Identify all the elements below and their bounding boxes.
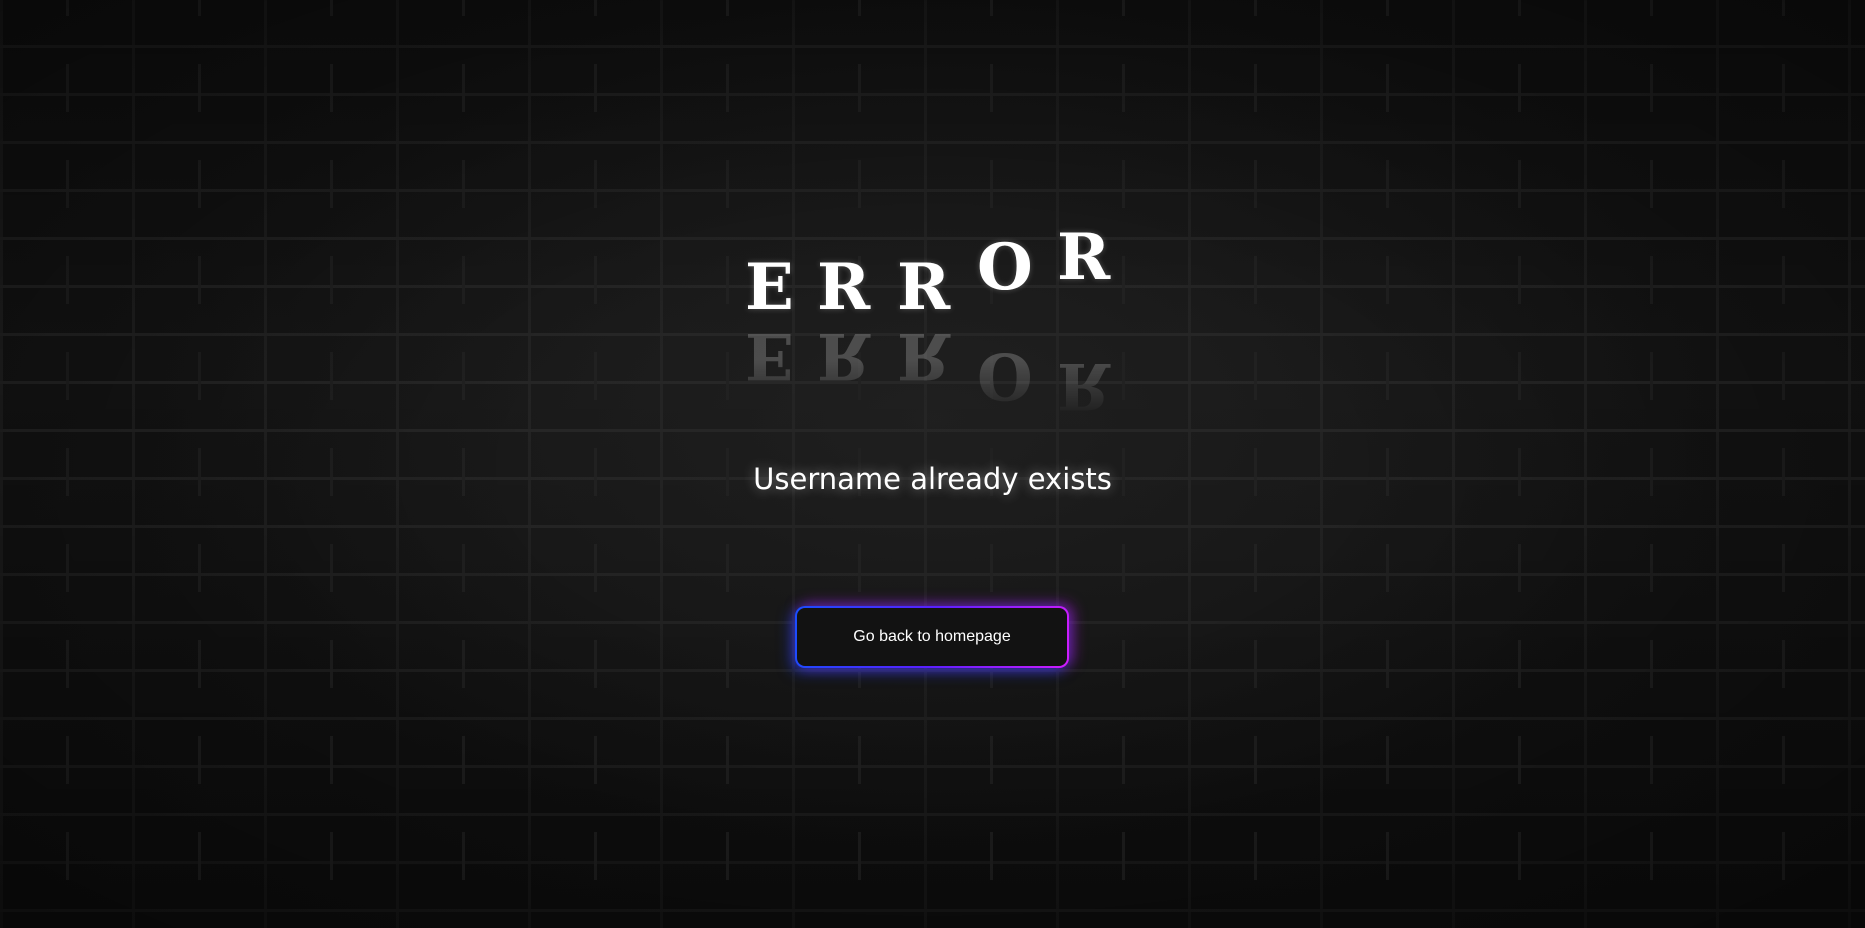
error-letter: R: [817, 250, 871, 325]
error-letter: E: [745, 250, 794, 325]
error-letter: R: [897, 250, 951, 325]
error-heading-reflection: E R R O R: [745, 318, 1125, 423]
error-letter: O: [977, 230, 1033, 305]
reflection-letter: R: [897, 318, 951, 393]
reflection-letter: E: [745, 318, 794, 393]
error-letter: R: [1057, 220, 1111, 295]
reflection-letter: R: [817, 318, 871, 393]
reflection-letter: O: [977, 338, 1033, 413]
reflection-letter: R: [1057, 348, 1111, 423]
error-page: E R R O R E R R O R Username already exi…: [0, 0, 1865, 928]
go-home-button[interactable]: Go back to homepage: [795, 606, 1069, 668]
error-message: Username already exists: [753, 462, 1112, 496]
error-heading: E R R O R: [745, 226, 1125, 321]
